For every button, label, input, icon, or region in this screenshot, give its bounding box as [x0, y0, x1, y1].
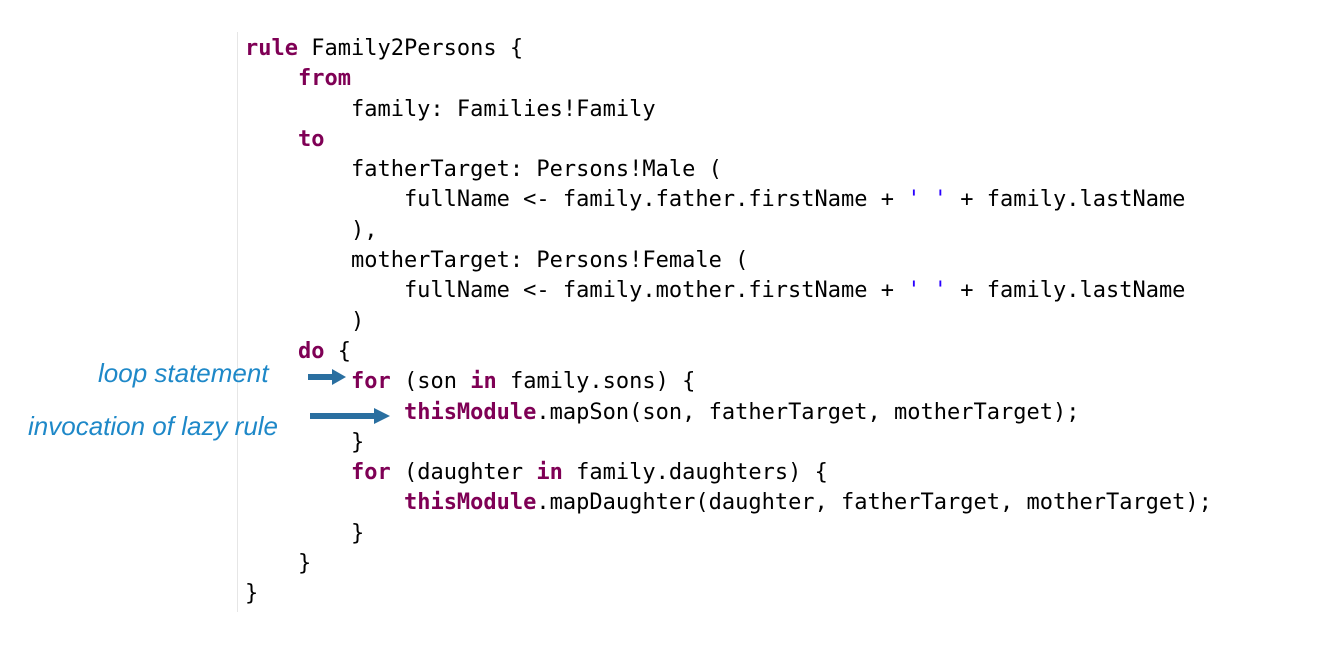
code-line: }: [245, 549, 1212, 579]
code-line: thisModule.mapDaughter(daughter, fatherT…: [245, 488, 1212, 518]
code-line: fullName <- family.mother.firstName + ' …: [245, 276, 1212, 306]
code-token: motherTarget: Persons!Female (: [245, 248, 749, 274]
code-token: .mapDaughter(daughter, fatherTarget, mot…: [536, 490, 1212, 516]
code-line: to: [245, 125, 1212, 155]
annotation-lazy-rule-invocation: invocation of lazy rule: [28, 411, 279, 441]
code-line: ),: [245, 216, 1212, 246]
code-token: ): [245, 308, 365, 334]
code-token: (daughter: [390, 460, 537, 486]
loop-statement-arrow: [308, 369, 346, 385]
code-token: family: Families!Family: [245, 96, 656, 122]
code-keyword: in: [536, 460, 563, 486]
code-token: family.daughters) {: [562, 460, 828, 486]
code-keyword: in: [470, 369, 497, 395]
code-token: ),: [245, 217, 378, 243]
code-keyword: thisModule: [403, 490, 537, 516]
annotation-loop-statement: loop statement: [98, 358, 269, 388]
lazy-rule-invocation-arrow: [310, 408, 390, 424]
code-line: }: [245, 579, 1212, 609]
code-token: fullName <- family.mother.firstName +: [245, 278, 908, 304]
code-token: .mapSon(son, fatherTarget, motherTarget)…: [536, 399, 1080, 425]
code-token: (son: [390, 369, 471, 395]
code-string: ' ': [907, 278, 948, 304]
code-token: {: [324, 338, 351, 364]
code-listing: rule Family2Persons { from family: Famil…: [245, 34, 1212, 610]
code-line: fatherTarget: Persons!Male (: [245, 155, 1212, 185]
code-keyword: for: [350, 369, 391, 395]
code-keyword: rule: [245, 36, 298, 61]
code-token: fatherTarget: Persons!Male (: [245, 157, 722, 183]
code-line: do {: [245, 337, 1212, 367]
code-token: }: [245, 520, 365, 546]
code-keyword: to: [297, 126, 325, 152]
code-token: family.sons) {: [496, 369, 696, 395]
code-token: }: [245, 551, 312, 577]
code-line: fullName <- family.father.firstName + ' …: [245, 185, 1212, 215]
code-line: for (son in family.sons) {: [245, 367, 1212, 397]
code-line: }: [245, 428, 1212, 458]
code-keyword: for: [350, 460, 391, 486]
code-line: }: [245, 519, 1212, 549]
code-token: fullName <- family.father.firstName +: [245, 187, 908, 213]
code-keyword: thisModule: [403, 399, 537, 425]
code-keyword: do: [297, 338, 325, 364]
code-line: motherTarget: Persons!Female (: [245, 246, 1212, 276]
code-token: Family2Persons {: [297, 36, 524, 61]
code-string: ' ': [907, 187, 948, 213]
code-line: for (daughter in family.daughters) {: [245, 458, 1212, 488]
code-line: from: [245, 64, 1212, 94]
code-token: }: [245, 581, 259, 607]
code-line: ): [245, 307, 1212, 337]
code-token: + family.lastName: [947, 278, 1186, 304]
code-token: + family.lastName: [947, 187, 1186, 213]
code-line: rule Family2Persons {: [245, 34, 1212, 64]
code-keyword: from: [297, 66, 351, 92]
code-line: family: Families!Family: [245, 95, 1212, 125]
